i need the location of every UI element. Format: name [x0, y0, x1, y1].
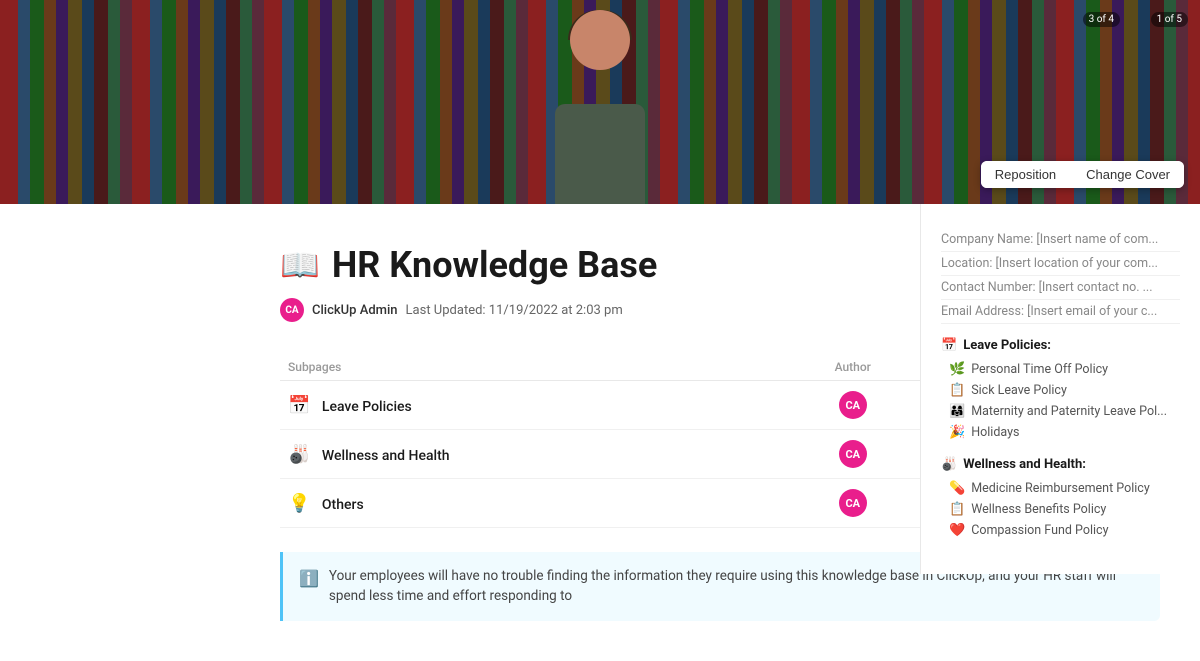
wellness-item-label: Medicine Reimbursement Policy	[971, 481, 1150, 496]
person-head	[570, 10, 630, 70]
sidebar-contact: Contact Number: [Insert contact no. ...	[941, 276, 1180, 300]
person-body	[555, 104, 645, 204]
subpage-icon: 💡	[288, 493, 310, 514]
leave-item-icon: 🎉	[949, 425, 965, 440]
leave-item-label: Holidays	[971, 425, 1019, 440]
author-avatar: CA	[280, 298, 304, 322]
sidebar-email: Email Address: [Insert email of your c..…	[941, 300, 1180, 324]
sidebar-item-wellness[interactable]: 💊 Medicine Reimbursement Policy	[941, 478, 1180, 499]
author-cell: CA	[779, 430, 926, 479]
wellness-emoji: 🎳	[941, 457, 957, 472]
person-figure	[500, 0, 700, 204]
sidebar-item-leave[interactable]: 👨‍👩‍👧 Maternity and Paternity Leave Pol..…	[941, 401, 1180, 422]
sidebar-item-leave[interactable]: 🎉 Holidays	[941, 422, 1180, 443]
subpage-icon: 🎳	[288, 444, 310, 465]
leave-item-icon: 🌿	[949, 362, 965, 377]
page-emoji: 📖	[280, 246, 320, 284]
author-cell: CA	[779, 381, 926, 430]
subpage-name-cell: 🎳 Wellness and Health	[280, 430, 779, 479]
badge-right: 1 of 5	[1151, 12, 1188, 27]
sidebar-item-wellness[interactable]: ❤️ Compassion Fund Policy	[941, 520, 1180, 541]
sidebar-company-name: Company Name: [Insert name of com...	[941, 228, 1180, 252]
subpage-name: Wellness and Health	[322, 448, 450, 464]
author-name: ClickUp Admin	[312, 303, 398, 318]
subpage-name-cell: 💡 Others	[280, 479, 779, 528]
cover-image: Reposition Change Cover 3 of 4 1 of 5	[0, 0, 1200, 204]
leave-item-icon: 👨‍👩‍👧	[949, 404, 965, 419]
leave-item-label: Maternity and Paternity Leave Pol...	[971, 404, 1167, 419]
callout-icon: ℹ️	[299, 567, 319, 607]
leave-policies-emoji: 📅	[941, 338, 957, 353]
sidebar-wellness-title: 🎳 Wellness and Health:	[941, 457, 1180, 472]
sidebar-location: Location: [Insert location of your com..…	[941, 252, 1180, 276]
leave-item-label: Personal Time Off Policy	[971, 362, 1108, 377]
col-header-author: Author	[779, 354, 926, 381]
page-title: HR Knowledge Base	[332, 244, 658, 286]
wellness-item-icon: ❤️	[949, 523, 965, 538]
last-updated: Last Updated: 11/19/2022 at 2:03 pm	[406, 303, 623, 318]
wellness-item-icon: 💊	[949, 481, 965, 496]
cover-action-buttons: Reposition Change Cover	[981, 161, 1184, 188]
sidebar: Company Name: [Insert name of com... Loc…	[920, 204, 1200, 574]
main-layout: 📖 HR Knowledge Base CA ClickUp Admin Las…	[0, 204, 1200, 661]
col-header-subpages: Subpages	[280, 354, 779, 381]
author-avatar: CA	[839, 391, 867, 419]
reposition-button[interactable]: Reposition	[981, 161, 1070, 188]
sidebar-item-leave[interactable]: 📋 Sick Leave Policy	[941, 380, 1180, 401]
badge-left: 3 of 4	[1083, 12, 1120, 27]
wellness-item-icon: 📋	[949, 502, 965, 517]
wellness-item-label: Wellness Benefits Policy	[971, 502, 1106, 517]
leave-item-label: Sick Leave Policy	[971, 383, 1067, 398]
subpage-name: Leave Policies	[322, 399, 412, 415]
wellness-item-label: Compassion Fund Policy	[971, 523, 1108, 538]
author-avatar: CA	[839, 440, 867, 468]
author-avatar: CA	[839, 489, 867, 517]
sidebar-leave-policies-title: 📅 Leave Policies:	[941, 338, 1180, 353]
subpage-name: Others	[322, 497, 364, 513]
change-cover-button[interactable]: Change Cover	[1072, 161, 1184, 188]
subpage-name-cell: 📅 Leave Policies	[280, 381, 779, 430]
sidebar-item-wellness[interactable]: 📋 Wellness Benefits Policy	[941, 499, 1180, 520]
subpage-icon: 📅	[288, 395, 310, 416]
author-cell: CA	[779, 479, 926, 528]
sidebar-item-leave[interactable]: 🌿 Personal Time Off Policy	[941, 359, 1180, 380]
leave-item-icon: 📋	[949, 383, 965, 398]
